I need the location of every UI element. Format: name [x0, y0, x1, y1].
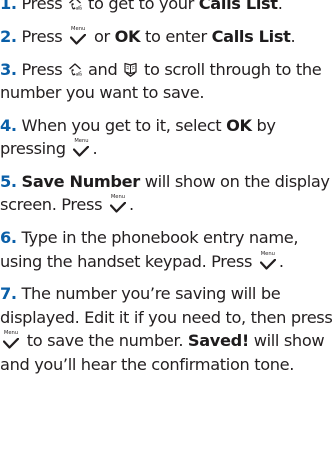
step-6: 6. Type in the phonebook entry name, usi… [0, 228, 299, 271]
step-number: 5. [0, 172, 17, 191]
menu-checkmark-key-icon: Menu [109, 194, 127, 214]
phonebook-down-key-icon [123, 62, 138, 77]
menu-checkmark-key-icon: Menu [72, 138, 90, 157]
menu-checkmark-key-icon: Menu [69, 26, 87, 45]
menu-checkmark-key-icon: Menu [259, 251, 277, 270]
step-number: 7. [0, 284, 17, 304]
step-5: 5. Save Number will show on the display … [0, 172, 330, 215]
svg-text:alls: alls [76, 6, 82, 11]
step-4: 4. When you get to it, select OK by pres… [0, 115, 276, 159]
step-number: 1. [0, 0, 17, 13]
step-7: 7. The number you’re saving will be disp… [0, 284, 333, 374]
svg-text:alls: alls [76, 71, 82, 76]
step-number: 2. [0, 26, 17, 46]
step-2: 2. Press Menu or OK to enter Calls List. [0, 25, 296, 46]
calls-up-key-icon: alls [68, 62, 82, 77]
step-number: 6. [0, 228, 17, 248]
step-1: 1. Press alls to get to your Calls List. [0, 0, 334, 15]
step-number: 3. [0, 59, 17, 79]
instructions: 1. Press alls to get to your Calls List.… [0, 0, 334, 385]
menu-checkmark-key-icon: Menu [2, 330, 20, 349]
calls-up-key-icon: alls [68, 0, 82, 11]
step-3: 3. Press alls and to scroll through to t… [0, 59, 322, 102]
step-number: 4. [0, 115, 17, 135]
